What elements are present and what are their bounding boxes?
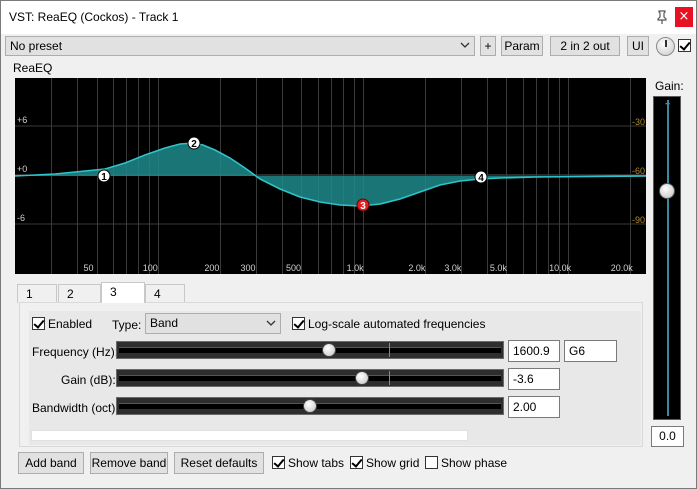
freq-label: 5.0k <box>490 263 508 273</box>
param-button[interactable]: Param <box>501 36 543 56</box>
gain-label: Gain: <box>655 79 684 93</box>
preset-value: No preset <box>10 39 63 53</box>
bandwidth-field[interactable]: 2.00 <box>508 396 560 418</box>
freq-label: 1.0k <box>347 263 365 273</box>
gain-db-thumb[interactable] <box>355 371 369 385</box>
chevron-down-icon <box>460 42 470 48</box>
show-tabs-label: Show tabs <box>288 456 345 470</box>
band-node-label: 3 <box>360 201 366 212</box>
slider-track <box>119 375 501 381</box>
freq-label: 10.0k <box>549 263 572 273</box>
type-dropdown[interactable]: Band <box>145 313 281 334</box>
band-node-label: 2 <box>191 139 197 150</box>
show-grid-label: Show grid <box>366 456 420 470</box>
db-label-right: -90 <box>632 215 645 225</box>
type-label: Type: <box>112 318 142 332</box>
toolbar: No preset + Param 2 in 2 out UI <box>1 35 696 57</box>
bandwidth-slider[interactable] <box>116 397 504 415</box>
frequency-label: Frequency (Hz): <box>32 345 119 359</box>
frequency-slider[interactable] <box>116 341 504 359</box>
slider-center-mark <box>389 371 390 385</box>
plugin-window: VST: ReaEQ (Cockos) - Track 1 × No prese… <box>0 0 697 489</box>
enabled-checkbox[interactable] <box>32 317 45 330</box>
eq-graph[interactable]: +6 +0 -6 -30 -60 -90 50 100 200 300 500 1.0k 2… <box>15 78 646 274</box>
gain-db-field[interactable]: -3.6 <box>508 368 560 390</box>
db-label-right: -60 <box>632 166 645 176</box>
gain-slider[interactable] <box>116 369 504 387</box>
freq-label: 50 <box>84 263 94 273</box>
preset-dropdown[interactable]: No preset <box>5 36 475 56</box>
remove-band-button[interactable]: Remove band <box>90 452 168 474</box>
freq-label: 20.0k <box>611 263 634 273</box>
group-label: ReaEQ <box>13 61 53 75</box>
gain-value-field[interactable]: 0.0 <box>651 426 684 447</box>
reset-defaults-button[interactable]: Reset defaults <box>174 452 264 474</box>
slider-track <box>119 347 501 353</box>
eq-graph-svg: +6 +0 -6 -30 -60 -90 50 100 200 300 500 1.0k 2… <box>15 78 646 274</box>
bypass-checkbox[interactable] <box>678 39 691 52</box>
band-node-label: 1 <box>101 172 107 183</box>
wet-knob[interactable] <box>656 37 675 56</box>
db-label-left: +6 <box>17 115 27 125</box>
db-label-left: -6 <box>17 213 25 223</box>
frequency-field[interactable]: 1600.9 <box>508 340 560 362</box>
show-phase-label: Show phase <box>441 456 508 470</box>
enabled-label: Enabled <box>48 317 93 331</box>
pin-icon[interactable] <box>654 9 670 25</box>
band-node-label: 4 <box>478 173 484 184</box>
bandwidth-thumb[interactable] <box>303 399 317 413</box>
logscale-checkbox[interactable] <box>292 317 305 330</box>
close-button[interactable]: × <box>675 7 693 27</box>
tab-band-1[interactable]: 1 <box>17 284 57 303</box>
db-label-right: -30 <box>632 117 645 127</box>
window-title: VST: ReaEQ (Cockos) - Track 1 <box>9 10 179 24</box>
chevron-down-icon <box>266 320 276 326</box>
title-bar: VST: ReaEQ (Cockos) - Track 1 × <box>1 1 696 34</box>
show-phase-checkbox[interactable] <box>425 456 438 469</box>
gain-thumb[interactable] <box>659 183 675 199</box>
gain-track <box>667 100 669 416</box>
status-bar <box>31 430 468 441</box>
show-grid-checkbox[interactable] <box>350 456 363 469</box>
type-value: Band <box>150 316 179 330</box>
freq-label: 100 <box>143 263 158 273</box>
output-gain-slider[interactable]: + <box>653 96 681 420</box>
slider-center-mark <box>389 343 390 357</box>
freq-label: 500 <box>286 263 301 273</box>
bandwidth-label: Bandwidth (oct): <box>32 401 119 415</box>
add-preset-button[interactable]: + <box>480 36 496 56</box>
frequency-thumb[interactable] <box>322 343 336 357</box>
note-field[interactable]: G6 <box>564 340 617 362</box>
tab-band-2[interactable]: 2 <box>58 284 101 303</box>
tab-band-3[interactable]: 3 <box>101 282 145 303</box>
io-button[interactable]: 2 in 2 out <box>550 36 620 56</box>
freq-label: 200 <box>204 263 219 273</box>
logscale-label: Log-scale automated frequencies <box>308 317 486 331</box>
db-label-left: +0 <box>17 164 27 174</box>
freq-label: 2.0k <box>408 263 426 273</box>
ui-button[interactable]: UI <box>627 36 649 56</box>
freq-label: 3.0k <box>444 263 462 273</box>
add-band-button[interactable]: Add band <box>18 452 84 474</box>
tab-band-4[interactable]: 4 <box>145 284 185 303</box>
freq-label: 300 <box>240 263 255 273</box>
show-tabs-checkbox[interactable] <box>272 456 285 469</box>
gain-db-label: Gain (dB): <box>61 373 116 387</box>
